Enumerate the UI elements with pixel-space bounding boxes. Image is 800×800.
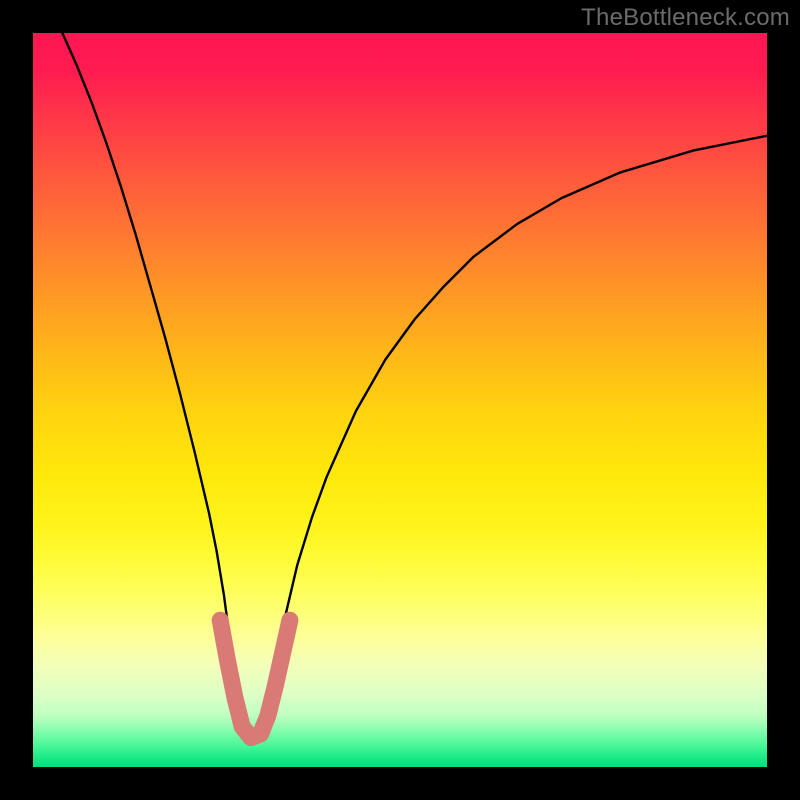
bottleneck-curve [62,33,767,741]
plot-area [33,33,767,767]
bottleneck-min-highlight [220,620,290,737]
watermark-text: TheBottleneck.com [581,4,790,32]
curve-layer [33,33,767,767]
chart-container: TheBottleneck.com [0,0,800,800]
